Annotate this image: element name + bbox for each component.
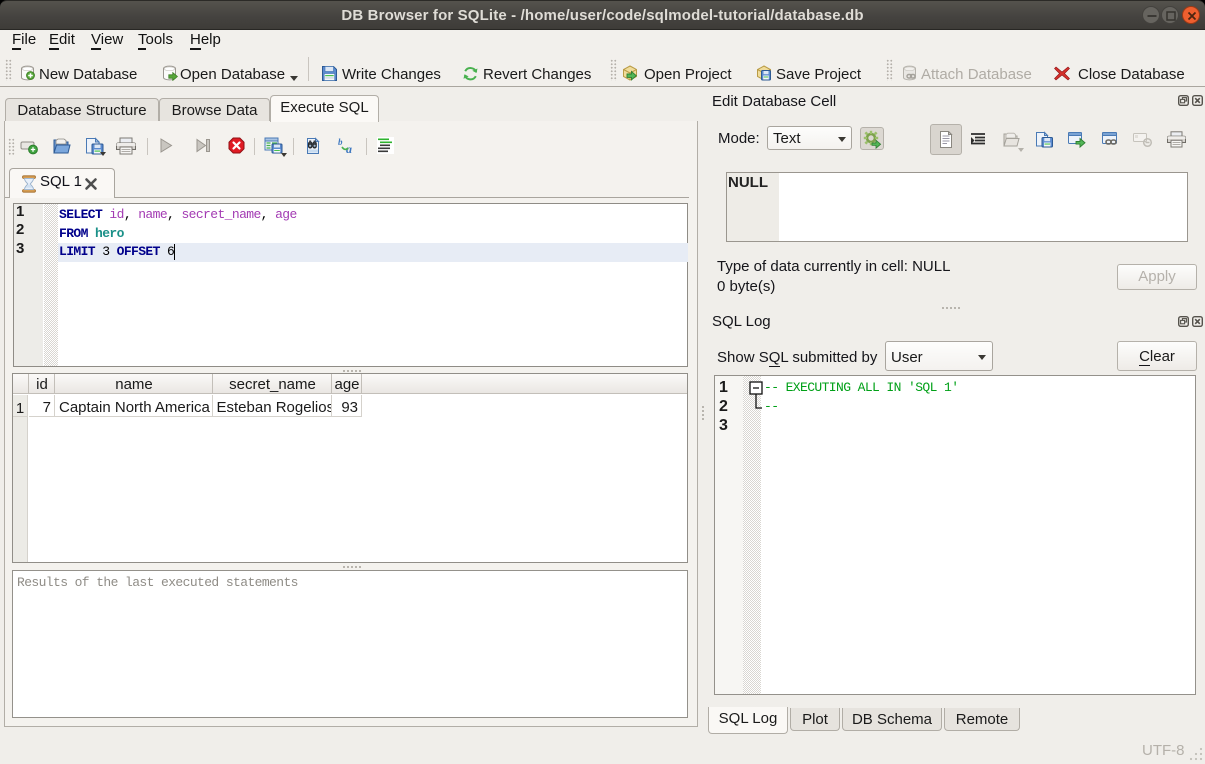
- svg-text:b: b: [338, 137, 343, 147]
